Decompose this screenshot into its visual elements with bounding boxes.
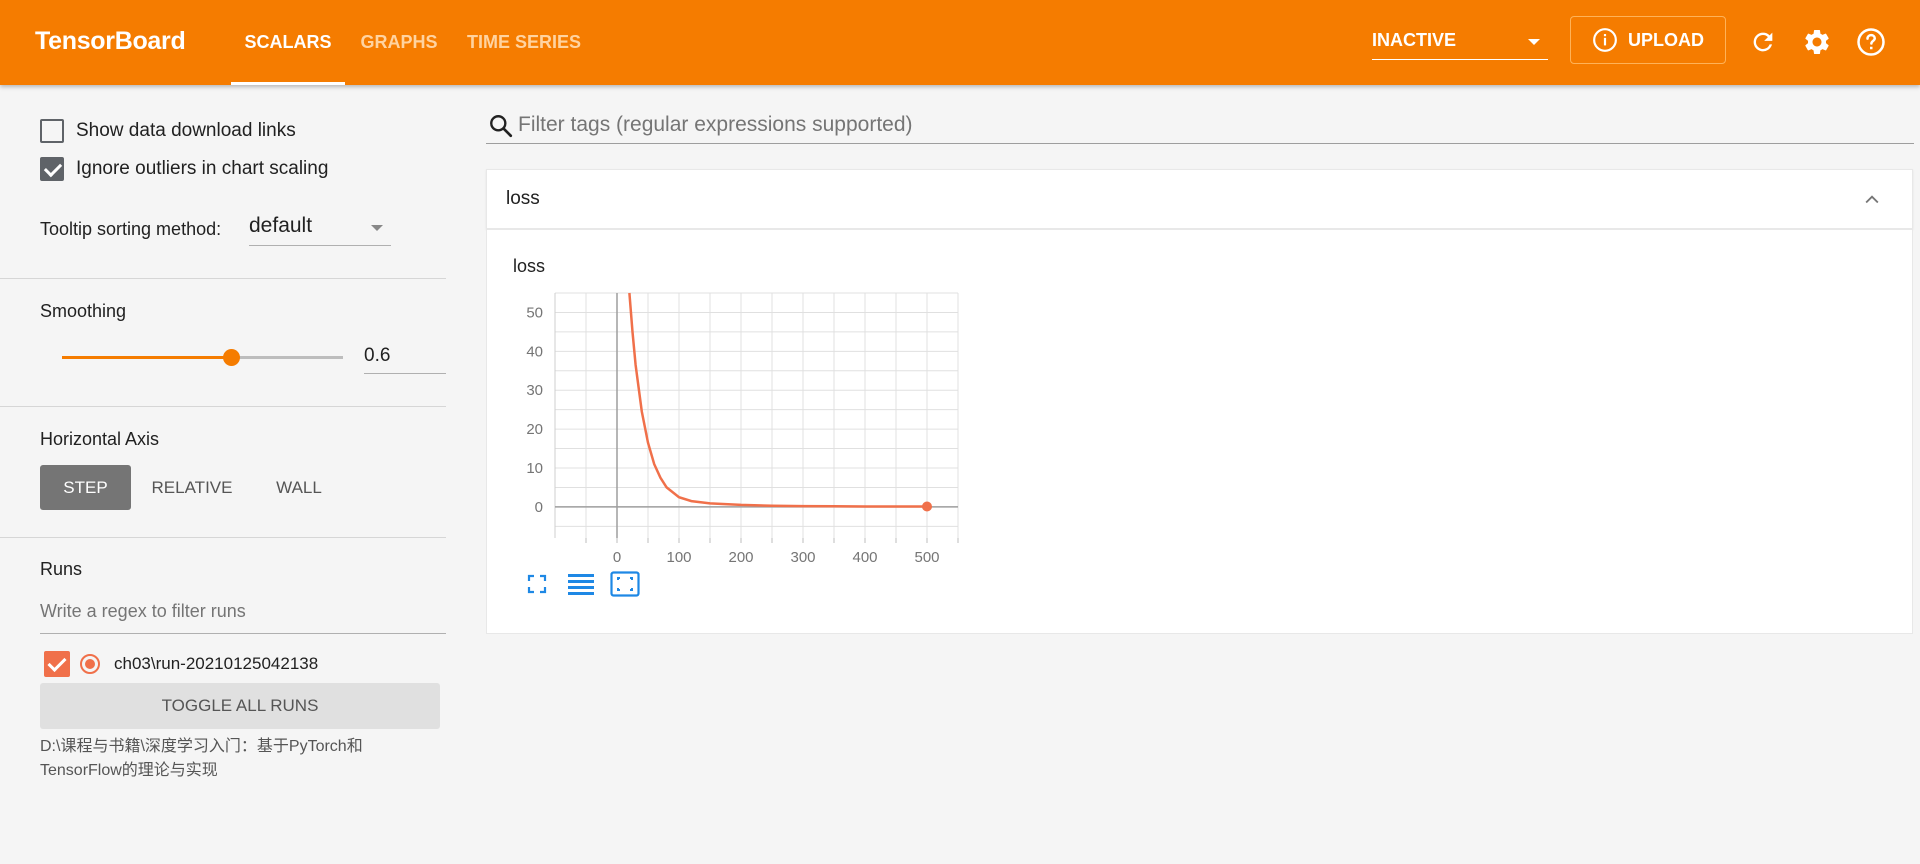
- divider: [0, 406, 446, 407]
- chart-toolbar: [522, 570, 640, 598]
- axis-step-button[interactable]: STEP: [40, 465, 131, 510]
- tab-time-series[interactable]: TIME SERIES: [462, 0, 586, 85]
- tooltip-sorting-value: default: [249, 214, 313, 237]
- toggle-log-scale-icon[interactable]: [566, 570, 596, 598]
- smoothing-label: Smoothing: [40, 301, 127, 321]
- x-tick-label: 400: [852, 549, 877, 566]
- smoothing-slider[interactable]: [62, 349, 343, 366]
- plugin-select-value: INACTIVE: [1372, 30, 1457, 50]
- y-tick-label: 10: [526, 460, 543, 477]
- chart-title: loss: [513, 256, 546, 276]
- app-title: TensorBoard: [35, 27, 186, 55]
- series-end-point: [922, 501, 932, 512]
- y-tick-label: 30: [526, 382, 543, 399]
- x-tick-label: 100: [666, 549, 691, 566]
- ignore-outliers-checkbox[interactable]: Ignore outliers in chart scaling: [40, 157, 328, 181]
- toggle-all-runs-button[interactable]: TOGGLE ALL RUNS: [40, 683, 440, 729]
- tooltip-sorting-select[interactable]: default: [249, 214, 391, 246]
- caret-down-icon: [371, 225, 383, 231]
- tab-graphs[interactable]: GRAPHS: [357, 0, 441, 85]
- axis-wall-button[interactable]: WALL: [258, 465, 340, 510]
- caret-down-icon: [1528, 39, 1540, 45]
- tag-filter-placeholder: Filter tags (regular expressions support…: [518, 113, 913, 136]
- show-download-links-checkbox[interactable]: Show data download links: [40, 119, 296, 143]
- fullscreen-icon[interactable]: [522, 570, 552, 598]
- run-item[interactable]: ch03\run-20210125042138: [44, 651, 318, 677]
- axis-relative-button[interactable]: RELATIVE: [140, 465, 244, 510]
- logdir-path: D:\课程与书籍\深度学习入门：基于PyTorch和TensorFlow的理论与…: [40, 738, 363, 779]
- help-icon[interactable]: [1855, 26, 1887, 58]
- checkbox-unchecked[interactable]: [40, 119, 64, 143]
- run-name: ch03\run-20210125042138: [114, 654, 319, 673]
- loss-category-header[interactable]: loss: [486, 169, 1913, 229]
- runs-filter-input[interactable]: Write a regex to filter runs: [40, 601, 446, 634]
- run-checkbox[interactable]: [44, 651, 70, 677]
- y-tick-label: 20: [526, 421, 543, 438]
- x-tick-label: 0: [613, 549, 621, 566]
- y-tick-label: 50: [526, 304, 543, 321]
- plugin-select[interactable]: INACTIVE: [1372, 22, 1548, 60]
- settings-icon[interactable]: [1801, 26, 1833, 58]
- chevron-up-icon[interactable]: [1862, 190, 1882, 210]
- top-app-bar: TensorBoard SCALARS GRAPHS TIME SERIES I…: [0, 0, 1920, 85]
- divider: [0, 278, 446, 279]
- x-tick-label: 200: [728, 549, 753, 566]
- loss-chart[interactable]: 0 100 200 300 400 500 0 10 20 30 40 50: [515, 285, 965, 575]
- x-tick-label: 500: [914, 549, 939, 566]
- smoothing-slider-knob[interactable]: [222, 349, 240, 366]
- smoothing-slider-fill: [62, 356, 231, 359]
- smoothing-input[interactable]: 0.6: [364, 342, 446, 374]
- refresh-icon[interactable]: [1747, 26, 1779, 58]
- y-tick-label: 0: [535, 499, 543, 516]
- horizontal-axis-label: Horizontal Axis: [40, 429, 160, 449]
- runs-filter-placeholder: Write a regex to filter runs: [40, 601, 246, 621]
- tab-scalars[interactable]: SCALARS: [231, 0, 345, 85]
- tooltip-sorting-label: Tooltip sorting method:: [40, 219, 222, 239]
- show-download-links-label: Show data download links: [76, 120, 296, 141]
- y-tick-label: 40: [526, 343, 543, 360]
- smoothing-value: 0.6: [364, 345, 391, 366]
- checkbox-checked[interactable]: [40, 157, 64, 181]
- ignore-outliers-label: Ignore outliers in chart scaling: [76, 158, 329, 179]
- upload-label: UPLOAD: [1628, 29, 1704, 50]
- category-title: loss: [506, 188, 540, 209]
- series-line: [628, 292, 927, 508]
- divider: [0, 537, 446, 538]
- tag-filter-input[interactable]: Filter tags (regular expressions support…: [486, 107, 1914, 144]
- fit-domain-icon[interactable]: [610, 570, 640, 598]
- upload-button[interactable]: UPLOAD: [1570, 16, 1726, 64]
- search-icon: [490, 115, 513, 138]
- run-color-radio[interactable]: [80, 654, 100, 674]
- x-tick-label: 300: [790, 549, 815, 566]
- info-icon: [1593, 28, 1617, 52]
- runs-label: Runs: [40, 559, 83, 579]
